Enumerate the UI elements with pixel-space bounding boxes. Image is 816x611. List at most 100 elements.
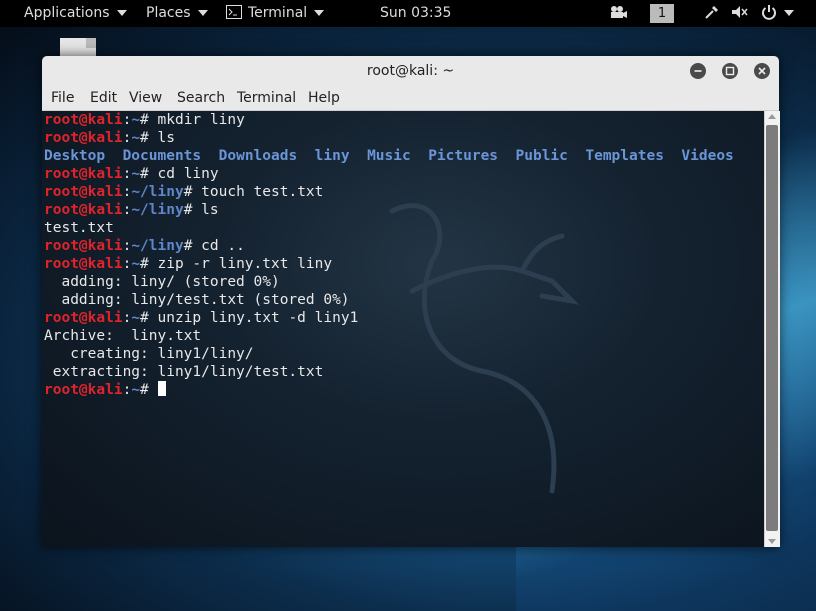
command-text: unzip liny.txt -d liny1 (148, 310, 359, 326)
prompt-path: ~ (131, 130, 141, 146)
maximize-button[interactable] (722, 63, 738, 79)
power-icon[interactable] (761, 0, 794, 27)
terminal-line: Desktop Documents Downloads liny Music P… (44, 147, 734, 165)
prompt-user-host: root@kali (44, 112, 123, 128)
prompt-user-host: root@kali (44, 238, 123, 254)
terminal-output[interactable]: root@kali:~# mkdir liny root@kali:~# ls De… (42, 111, 764, 547)
terminal-line: root@kali:~# mkdir liny (44, 111, 734, 129)
prompt-separator: : (122, 256, 132, 272)
prompt-separator: : (122, 166, 132, 182)
terminal-line: root@kali:~# ls (44, 129, 734, 147)
volume-icon[interactable] (731, 0, 749, 27)
menu-help[interactable]: Help (308, 87, 340, 110)
applications-label: Applications (24, 5, 110, 21)
command-text: ls (192, 202, 219, 218)
clock[interactable]: Sun 03:35 (380, 0, 451, 27)
prompt-separator: : (122, 130, 132, 146)
prompt-separator: : (122, 238, 132, 254)
workspace-indicator[interactable]: 1 (650, 4, 674, 23)
terminal-app-menu[interactable]: Terminal (226, 0, 325, 27)
chevron-down-icon (314, 10, 325, 16)
command-text: touch test.txt (192, 184, 324, 200)
chevron-down-icon (197, 10, 208, 16)
clock-label: Sun 03:35 (380, 5, 452, 21)
prompt-path: ~/liny (131, 202, 184, 218)
scroll-down-arrow-icon[interactable] (768, 539, 776, 544)
chevron-down-icon (784, 10, 794, 16)
prompt-separator: : (122, 112, 132, 128)
scrollbar[interactable] (764, 111, 780, 547)
terminal-line: root@kali:~/liny# touch test.txt (44, 183, 734, 201)
directory-entry: Downloads (218, 148, 298, 164)
prompt-path: ~/liny (131, 184, 184, 200)
menu-search[interactable]: Search (177, 87, 225, 110)
output-text: test.txt (44, 220, 114, 236)
terminal-line: root@kali:~# zip -r liny.txt liny (44, 255, 734, 273)
directory-entry: Templates (585, 148, 664, 164)
command-text: ls (148, 130, 175, 146)
places-label: Places (146, 5, 191, 21)
prompt-path: ~ (131, 112, 141, 128)
scroll-up-arrow-icon[interactable] (768, 114, 776, 119)
terminal-line: adding: liny/test.txt (stored 0%) (44, 291, 734, 309)
prompt-path: ~ (131, 382, 141, 398)
output-text: creating: liny1/liny/ (44, 346, 254, 362)
prompt-user-host: root@kali (44, 166, 123, 182)
terminal-line: extracting: liny1/liny/test.txt (44, 363, 734, 381)
terminal-line: root@kali:~/liny# ls (44, 201, 734, 219)
camera-icon[interactable] (609, 0, 627, 27)
prompt-separator: : (122, 310, 132, 326)
directory-entry: Public (515, 148, 568, 164)
terminal-line: root@kali:~# unzip liny.txt -d liny1 (44, 309, 734, 327)
terminal-window: root@kali: ~ File Edit View Search Termi… (42, 56, 780, 547)
prompt-separator: : (122, 184, 132, 200)
color-picker-icon[interactable] (704, 0, 720, 27)
output-text: extracting: liny1/liny/test.txt (44, 364, 324, 380)
prompt-user-host: root@kali (44, 130, 123, 146)
scrollbar-thumb[interactable] (766, 125, 778, 531)
menubar: File Edit View Search Terminal Help (42, 87, 779, 111)
terminal-text: root@kali:~# mkdir liny root@kali:~# ls De… (44, 111, 734, 399)
terminal-line: Archive: liny.txt (44, 327, 734, 345)
chevron-down-icon (116, 10, 127, 16)
prompt-path: ~ (131, 310, 141, 326)
top-panel: Applications Places Terminal Sun 03:35 1 (0, 0, 816, 27)
prompt-user-host: root@kali (44, 256, 123, 272)
prompt-user-host: root@kali (44, 382, 123, 398)
prompt-path: ~ (131, 166, 141, 182)
terminal-line: creating: liny1/liny/ (44, 345, 734, 363)
output-text: Archive: liny.txt (44, 328, 202, 344)
terminal-line: root@kali:~# cd liny (44, 165, 734, 183)
menu-view[interactable]: View (129, 87, 162, 110)
menu-terminal[interactable]: Terminal (237, 87, 296, 110)
command-text: cd liny (148, 166, 219, 182)
command-text: mkdir liny (148, 112, 245, 128)
command-text (149, 382, 158, 398)
window-titlebar[interactable]: root@kali: ~ (42, 56, 779, 88)
directory-entry: Documents (122, 148, 202, 164)
directory-entry: Desktop (44, 148, 106, 164)
output-text: adding: liny/ (stored 0%) (44, 274, 280, 290)
prompt-hash: # (140, 166, 149, 182)
terminal-app-label: Terminal (248, 5, 308, 21)
terminal-icon (226, 5, 242, 19)
menu-file[interactable]: File (51, 87, 74, 110)
command-text: cd .. (192, 238, 245, 254)
close-button[interactable] (754, 63, 770, 79)
prompt-separator: : (122, 382, 132, 398)
places-menu[interactable]: Places (146, 0, 208, 27)
menu-edit[interactable]: Edit (90, 87, 117, 110)
minimize-button[interactable] (690, 63, 706, 79)
output-text: adding: liny/test.txt (stored 0%) (44, 292, 350, 308)
prompt-user-host: root@kali (44, 184, 123, 200)
prompt-hash: # (140, 382, 149, 398)
directory-entry: Pictures (428, 148, 499, 164)
applications-menu[interactable]: Applications (24, 0, 127, 27)
